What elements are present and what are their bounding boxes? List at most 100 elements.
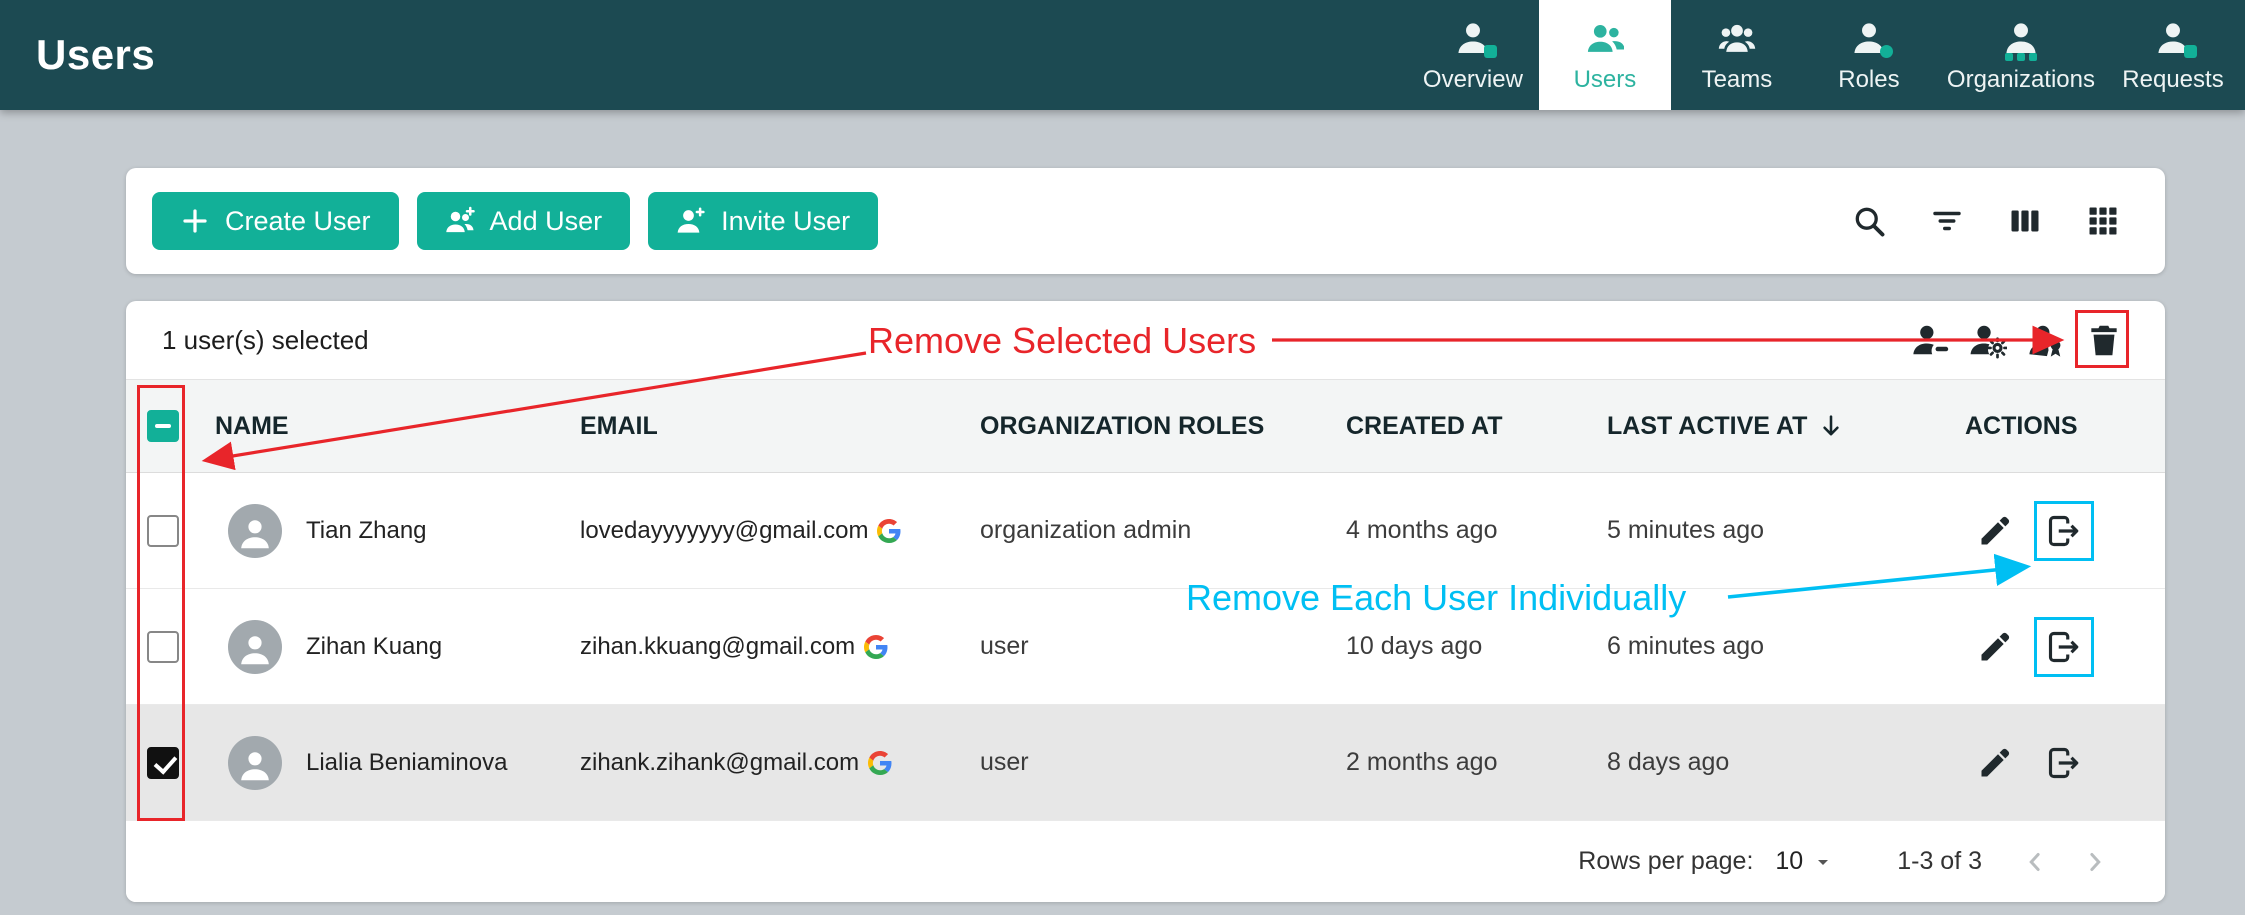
user-name: Tian Zhang [306, 517, 427, 545]
sign-out-remove-icon[interactable] [2046, 629, 2082, 665]
rows-per-page-label: Rows per page: [1578, 847, 1753, 876]
row-checkbox[interactable] [147, 631, 179, 663]
nav-label-users: Users [1574, 66, 1637, 94]
row-checkbox-cell [126, 631, 200, 663]
last-active-at: 8 days ago [1607, 748, 1965, 777]
table-row: Tian Zhang lovedayyyyyyy@gmail.com organ… [126, 473, 2165, 589]
invite-user-button[interactable]: Invite User [648, 192, 878, 250]
user-actions-toolbar: Create User Add User Invite User [126, 168, 2165, 274]
column-header-name[interactable]: NAME [200, 412, 580, 441]
nav-item-requests[interactable]: Requests [2107, 0, 2239, 110]
user-name: Lialia Beniaminova [306, 749, 507, 777]
nav-item-overview[interactable]: Overview [1407, 0, 1539, 110]
grid-view-icon[interactable] [2085, 203, 2121, 239]
edit-pencil-icon[interactable] [1977, 745, 2013, 781]
edit-pencil-icon[interactable] [1977, 513, 2013, 549]
pagination-range: 1-3 of 3 [1897, 847, 1982, 876]
chevron-right-icon[interactable] [2080, 847, 2110, 877]
column-header-last-active[interactable]: LAST ACTIVE AT [1607, 412, 1965, 441]
last-active-at: 5 minutes ago [1607, 516, 1965, 545]
person-badge-icon [1452, 17, 1494, 57]
nav-item-roles[interactable]: Roles [1803, 0, 1935, 110]
created-at: 2 months ago [1346, 748, 1607, 777]
nav-item-organizations[interactable]: Organizations [1935, 0, 2107, 110]
avatar [228, 620, 282, 674]
selection-toolbar: 1 user(s) selected [126, 301, 2165, 380]
row-checkbox[interactable] [147, 515, 179, 547]
table-row: Lialia Beniaminova zihank.zihank@gmail.c… [126, 705, 2165, 821]
select-all-checkbox[interactable] [147, 410, 179, 442]
organization-icon [2000, 17, 2042, 57]
column-view-icon[interactable] [2007, 203, 2043, 239]
row-actions [1965, 629, 2165, 665]
delete-selected-icon[interactable] [2085, 321, 2123, 359]
people-plus-icon [445, 206, 475, 236]
google-icon [868, 751, 892, 775]
selection-status: 1 user(s) selected [162, 325, 369, 356]
user-name-cell: Tian Zhang [200, 504, 580, 558]
avatar [228, 736, 282, 790]
invite-user-label: Invite User [721, 206, 850, 237]
user-name: Zihan Kuang [306, 633, 442, 661]
last-active-label: LAST ACTIVE AT [1607, 412, 1807, 441]
column-header-created-at[interactable]: CREATED AT [1346, 412, 1607, 441]
top-nav: Overview Users Teams Roles Organiza [1407, 0, 2239, 110]
edit-pencil-icon[interactable] [1977, 629, 2013, 665]
created-at: 10 days ago [1346, 632, 1607, 661]
avatar [228, 504, 282, 558]
rows-per-page-select[interactable]: 10 [1775, 847, 1835, 876]
row-checkbox[interactable] [147, 747, 179, 779]
nav-label-organizations: Organizations [1947, 66, 2095, 94]
row-checkbox-cell [126, 515, 200, 547]
sign-out-remove-icon[interactable] [2046, 513, 2082, 549]
user-settings-icon[interactable] [1969, 321, 2007, 359]
add-user-button[interactable]: Add User [417, 192, 631, 250]
three-people-icon [1716, 17, 1758, 57]
rows-per-page-value: 10 [1775, 847, 1803, 876]
nav-item-teams[interactable]: Teams [1671, 0, 1803, 110]
pagination-controls [2020, 847, 2110, 877]
remove-user-icon[interactable] [1911, 321, 1949, 359]
column-header-email[interactable]: EMAIL [580, 412, 980, 441]
org-role: organization admin [980, 516, 1346, 545]
nav-label-roles: Roles [1838, 66, 1899, 94]
user-award-icon[interactable] [2027, 321, 2065, 359]
google-icon [864, 635, 888, 659]
nav-item-users[interactable]: Users [1539, 0, 1671, 110]
person-plus-icon [676, 206, 706, 236]
user-email-cell: lovedayyyyyyy@gmail.com [580, 517, 980, 545]
add-user-label: Add User [490, 206, 603, 237]
plus-icon [180, 206, 210, 236]
caret-down-icon [1811, 850, 1835, 874]
users-table-card: 1 user(s) selected NAME EMAIL ORGANIZATI… [126, 301, 2165, 902]
chevron-left-icon[interactable] [2020, 847, 2050, 877]
row-actions [1965, 513, 2165, 549]
create-user-button[interactable]: Create User [152, 192, 399, 250]
user-email-cell: zihank.zihank@gmail.com [580, 749, 980, 777]
last-active-at: 6 minutes ago [1607, 632, 1965, 661]
search-icon[interactable] [1851, 203, 1887, 239]
nav-label-requests: Requests [2122, 66, 2223, 94]
table-row: Zihan Kuang zihan.kkuang@gmail.com user … [126, 589, 2165, 705]
create-user-label: Create User [225, 206, 371, 237]
org-role: user [980, 748, 1346, 777]
select-all-cell [126, 410, 200, 442]
table-view-controls [1851, 203, 2121, 239]
sort-desc-icon[interactable] [1817, 412, 1845, 440]
user-email-cell: zihan.kkuang@gmail.com [580, 633, 980, 661]
org-role: user [980, 632, 1346, 661]
user-email: lovedayyyyyyy@gmail.com [580, 517, 868, 545]
nav-label-overview: Overview [1423, 66, 1523, 94]
created-at: 4 months ago [1346, 516, 1607, 545]
user-name-cell: Lialia Beniaminova [200, 736, 580, 790]
sign-out-remove-icon[interactable] [2046, 745, 2082, 781]
google-icon [877, 519, 901, 543]
user-name-cell: Zihan Kuang [200, 620, 580, 674]
top-header: Users Overview Users Teams Roles [0, 0, 2245, 110]
row-checkbox-cell [126, 747, 200, 779]
table-footer: Rows per page: 10 1-3 of 3 [126, 821, 2165, 902]
column-header-org-roles[interactable]: ORGANIZATION ROLES [980, 412, 1346, 441]
person-role-icon [1848, 17, 1890, 57]
filter-icon[interactable] [1929, 203, 1965, 239]
selection-actions [1911, 321, 2129, 359]
